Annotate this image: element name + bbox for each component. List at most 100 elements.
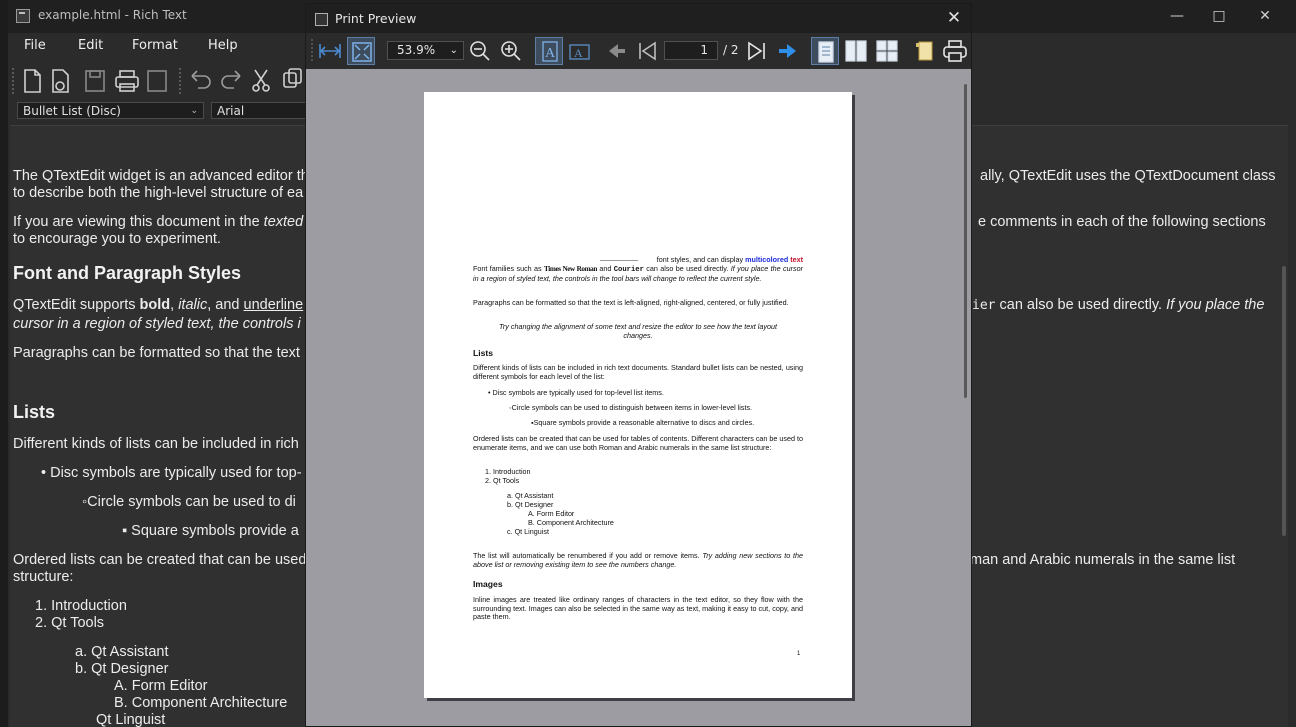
- svg-text:A: A: [574, 46, 583, 60]
- font-family-value: Arial: [217, 104, 245, 118]
- first-page-icon: [609, 44, 625, 58]
- font-family-select[interactable]: Arial: [211, 102, 311, 119]
- supports-text: QTextEdit supports: [13, 297, 140, 313]
- ff-pre: Font families such as: [473, 264, 545, 273]
- all-pages-icon: [876, 40, 898, 62]
- page-para-align: Paragraphs can be formatted so that the …: [473, 298, 789, 307]
- page-circle-text: Circle symbols can be used to distinguis…: [511, 403, 753, 412]
- heading-font-styles: Font and Paragraph Styles: [13, 263, 242, 283]
- supports-underline: underline: [243, 297, 304, 313]
- page-number: 1: [797, 651, 801, 657]
- close-icon[interactable]: ✕: [943, 6, 965, 30]
- menu-format[interactable]: Format: [132, 38, 178, 53]
- fit-width-button[interactable]: [316, 37, 344, 65]
- ol-text-A: Form Editor: [131, 678, 208, 694]
- zoom-out-button[interactable]: [466, 37, 494, 65]
- portrait-icon: A: [542, 41, 558, 62]
- ff-post: can also be used directly.: [643, 264, 731, 273]
- next-page-icon: [748, 41, 765, 61]
- preview-scrollbar[interactable]: [964, 84, 967, 398]
- ol-subsubitem-A: A. Form Editor: [114, 678, 207, 694]
- all-pages-button[interactable]: [873, 37, 901, 65]
- portrait-button[interactable]: A: [535, 37, 563, 65]
- chevron-down-icon: ⌄: [449, 45, 458, 56]
- preview-title: Print Preview: [335, 11, 417, 26]
- ff-times: Times New Roman: [544, 265, 597, 273]
- menu-edit[interactable]: Edit: [78, 38, 103, 53]
- fit-page-icon: [352, 42, 372, 62]
- paragraph-intro-2: to describe both the high-level structur…: [13, 185, 304, 201]
- app-icon: [16, 9, 30, 23]
- paragraph-ordered-2: structure:: [13, 569, 74, 585]
- last-page-button[interactable]: [773, 37, 801, 65]
- menu-file[interactable]: File: [24, 38, 46, 53]
- single-page-button[interactable]: [811, 37, 839, 65]
- first-page-button[interactable]: [603, 37, 631, 65]
- ol-subsubitem-B: B. Component Architecture: [114, 695, 287, 711]
- circle-text: Circle symbols can be used to di: [87, 494, 296, 510]
- list-item-disc: • Disc symbols are typically used for to…: [41, 465, 302, 481]
- window-title: example.html - Rich Text: [38, 8, 187, 22]
- landscape-button[interactable]: A: [566, 37, 594, 65]
- ol-marker-1: 1.: [35, 598, 48, 614]
- svg-text:A: A: [545, 46, 556, 61]
- supports-right-text: can also be used directly.: [995, 297, 1167, 313]
- list-item-square: ▪ Square symbols provide a: [122, 523, 299, 539]
- fit-page-button[interactable]: [347, 37, 375, 65]
- ol-text-1: Introduction: [51, 598, 127, 614]
- page-setup-button[interactable]: [911, 37, 939, 65]
- page-renumber: The list will automatically be renumbere…: [473, 551, 803, 569]
- ol-text-b: Qt Designer: [91, 661, 169, 677]
- paragraph-style-select[interactable]: Bullet List (Disc) ⌄: [17, 102, 204, 119]
- ol-subitem-c: Qt Linguist: [96, 712, 166, 727]
- zoom-in-icon: [501, 41, 521, 61]
- minimize-icon[interactable]: —: [1157, 4, 1197, 28]
- preview-toolbar: 53.9% ⌄ A A 1 / 2: [306, 33, 971, 69]
- page-disc-text: Disc symbols are typically used for top-…: [492, 388, 664, 397]
- ff-and: and: [596, 264, 614, 273]
- ol-text-B: Component Architecture: [131, 695, 288, 711]
- zoom-out-icon: [470, 41, 490, 61]
- editor-scrollbar[interactable]: [1282, 266, 1286, 536]
- disc-text: Disc symbols are typically used for top-: [50, 465, 302, 481]
- ol-item-1: 1. Introduction: [35, 598, 127, 614]
- ol-marker-2: 2.: [35, 615, 48, 631]
- ol-text-2: Qt Tools: [51, 615, 105, 631]
- zoom-in-button[interactable]: [497, 37, 525, 65]
- previous-page-icon: [639, 41, 656, 61]
- disc-bullet-icon: •: [41, 465, 47, 481]
- page-number-input[interactable]: 1: [664, 41, 718, 60]
- print-button[interactable]: [940, 37, 968, 65]
- ol-marker-B: B.: [114, 695, 128, 711]
- list-item-circle: ◦Circle symbols can be used to di: [82, 494, 296, 510]
- paragraph-intro-1: The QTextEdit widget is an advanced edit…: [13, 168, 309, 184]
- next-page-button[interactable]: [742, 37, 770, 65]
- single-page-icon: [818, 41, 834, 63]
- page-lists-intro: Different kinds of lists can be included…: [473, 363, 803, 381]
- zoom-select[interactable]: 53.9% ⌄: [387, 41, 464, 60]
- menu-help[interactable]: Help: [208, 38, 238, 53]
- paragraph-alignment: Paragraphs can be formatted so that the …: [13, 345, 300, 361]
- page-ol-c: c. Qt Linguist: [507, 527, 549, 536]
- maximize-icon[interactable]: □: [1199, 4, 1239, 28]
- ol-marker-a: a.: [75, 644, 88, 660]
- preview-app-icon: [315, 13, 328, 26]
- supports-comma: ,: [170, 297, 179, 313]
- frag-multicolored: multicolored: [745, 255, 789, 264]
- ol-marker-A: A.: [114, 678, 128, 694]
- paragraph-experiment: to encourage you to experiment.: [13, 231, 221, 247]
- page-heading-lists: Lists: [473, 348, 494, 358]
- fit-width-icon: [319, 44, 341, 58]
- printer-icon: [943, 40, 967, 62]
- facing-pages-icon: [845, 40, 867, 62]
- facing-pages-button[interactable]: [842, 37, 870, 65]
- page-images-text: Inline images are treated like ordinary …: [473, 595, 803, 622]
- page-square-text: Square symbols provide a reasonable alte…: [533, 418, 755, 427]
- page-setup-icon: [916, 41, 933, 61]
- page-ol-2: 2. Qt Tools: [485, 476, 520, 485]
- previous-page-button[interactable]: [634, 37, 662, 65]
- page-font-families: Font families such as Times New Roman an…: [473, 264, 803, 283]
- page-ordered-intro: Ordered lists can be created that can be…: [473, 434, 803, 452]
- paragraph-style-value: Bullet List (Disc): [23, 104, 121, 118]
- close-icon[interactable]: ✕: [1245, 4, 1285, 28]
